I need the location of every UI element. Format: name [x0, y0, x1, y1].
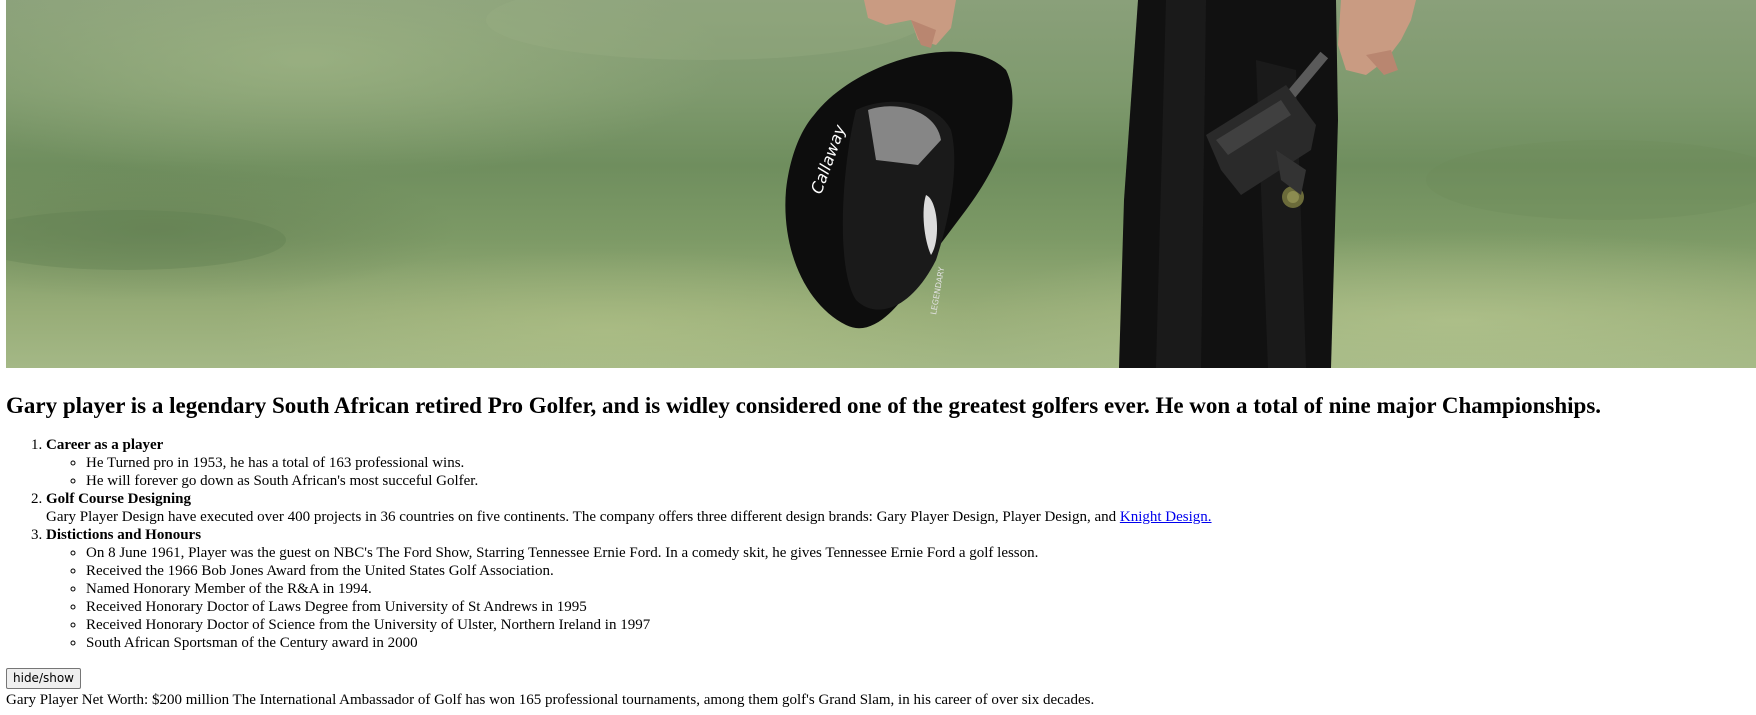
svg-text:LEGENDARY: LEGENDARY [929, 266, 946, 315]
section-title: Distictions and Honours [46, 527, 202, 543]
list-item-honours: Distictions and Honours On 8 June 1961, … [46, 526, 1746, 652]
hide-show-button[interactable]: hide/show [6, 668, 81, 689]
honours-bullets: On 8 June 1961, Player was the guest on … [46, 544, 1746, 652]
list-item: Named Honorary Member of the R&A in 1994… [86, 580, 1746, 598]
list-item: On 8 June 1961, Player was the guest on … [86, 544, 1746, 562]
list-item: He Turned pro in 1953, he has a total of… [86, 454, 1746, 472]
net-worth-text: Gary Player Net Worth: $200 million The … [6, 692, 1095, 708]
hero-image: Callaway LEGENDARY [6, 0, 1756, 368]
knight-design-link[interactable]: Knight Design. [1120, 509, 1212, 525]
sections-list: Career as a player He Turned pro in 1953… [6, 436, 1746, 652]
list-item-design: Golf Course Designing Gary Player Design… [46, 490, 1746, 526]
main-content: Gary player is a legendary South African… [6, 368, 1746, 709]
page-heading: Gary player is a legendary South African… [6, 393, 1602, 418]
hero-illustration: Callaway LEGENDARY [6, 0, 1756, 368]
list-item: He will forever go down as South African… [86, 472, 1746, 490]
career-bullets: He Turned pro in 1953, he has a total of… [46, 454, 1746, 490]
section-title: Golf Course Designing [46, 491, 192, 507]
list-item: Received the 1966 Bob Jones Award from t… [86, 562, 1746, 580]
page: Callaway LEGENDARY Gary player is a lege… [0, 0, 1756, 715]
list-item-career: Career as a player He Turned pro in 1953… [46, 436, 1746, 490]
section-title: Career as a player [46, 437, 164, 453]
list-item: South African Sportsman of the Century a… [86, 634, 1746, 652]
design-description-text: Gary Player Design have executed over 40… [46, 509, 1117, 525]
cap-icon: Callaway LEGENDARY [785, 51, 1013, 329]
list-item: Received Honorary Doctor of Science from… [86, 616, 1746, 634]
list-item: Received Honorary Doctor of Laws Degree … [86, 598, 1746, 616]
design-description: Gary Player Design have executed over 40… [46, 508, 1746, 526]
